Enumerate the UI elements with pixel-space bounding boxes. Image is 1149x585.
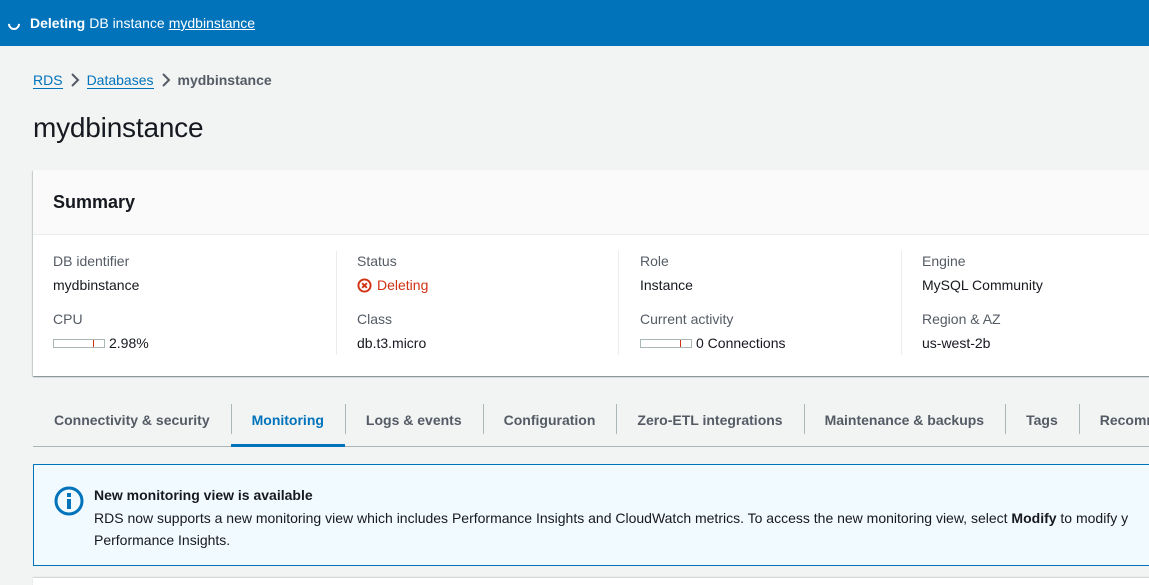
activity-marker (680, 339, 681, 347)
alert-body: RDS now supports a new monitoring view w… (94, 507, 1149, 551)
status-label: Status (357, 253, 397, 269)
cpu-value: 2.98% (109, 335, 149, 351)
breadcrumb-databases[interactable]: Databases (86, 72, 154, 89)
tab-configuration[interactable]: Configuration (482, 393, 617, 446)
summary-column-status: Status Deleting Class db.t3.micro (336, 251, 618, 355)
region-value: us-west-2b (922, 335, 991, 351)
tab-connectivity-security[interactable]: Connectivity & security (33, 393, 231, 446)
breadcrumb-rds[interactable]: RDS (33, 72, 63, 89)
cpu-value-row: 2.98% (53, 333, 336, 353)
role-value: Instance (640, 277, 693, 293)
role-field: Role Instance (640, 251, 901, 295)
class-label: Class (357, 311, 393, 327)
activity-value: 0 Connections (696, 335, 786, 351)
cpu-usage-marker (93, 339, 94, 347)
engine-label: Engine (922, 253, 966, 269)
flashbar-instance-link[interactable]: mydbinstance (169, 15, 255, 31)
activity-field: Current activity 0 Connections (640, 309, 901, 353)
page-title: mydbinstance (33, 112, 204, 143)
engine-value: MySQL Community (922, 277, 1043, 293)
breadcrumb-current: mydbinstance (177, 72, 272, 88)
spinner-icon (5, 15, 23, 33)
chevron-right-icon (63, 73, 87, 87)
next-panel-edge (33, 578, 1149, 585)
alert-body-line2: Performance Insights. (94, 532, 231, 548)
db-identifier-field: DB identifier mydbinstance (53, 251, 336, 295)
tab-logs-events[interactable]: Logs & events (344, 393, 483, 446)
cpu-usage-bar (53, 338, 105, 348)
class-field: Class db.t3.micro (357, 309, 618, 353)
monitoring-info-alert: New monitoring view is available RDS now… (33, 464, 1149, 566)
status-field: Status Deleting (357, 251, 618, 295)
alert-body-modify: Modify (1011, 510, 1057, 526)
summary-panel: Summary DB identifier mydbinstance CPU 2… (33, 170, 1149, 376)
db-identifier-value: mydbinstance (53, 277, 140, 293)
role-label: Role (640, 253, 669, 269)
engine-field: Engine MySQL Community (922, 251, 1149, 295)
flashbar-message: DB instance (89, 15, 165, 31)
tab-tags[interactable]: Tags (1005, 393, 1079, 446)
tab-monitoring[interactable]: Monitoring (230, 393, 346, 447)
summary-grid: DB identifier mydbinstance CPU 2.98% Sta… (33, 235, 1149, 375)
cpu-field: CPU 2.98% (53, 309, 336, 353)
instance-tabs: Connectivity & security Monitoring Logs … (33, 393, 1149, 447)
summary-title: Summary (53, 191, 136, 212)
db-identifier-label: DB identifier (53, 253, 130, 269)
region-field: Region & AZ us-west-2b (922, 309, 1149, 353)
tab-maintenance-backups[interactable]: Maintenance & backups (803, 393, 1006, 446)
error-circle-icon (357, 277, 372, 293)
activity-label: Current activity (640, 311, 734, 327)
breadcrumb: RDS Databases mydbinstance (33, 70, 272, 90)
summary-column-role: Role Instance Current activity 0 Connect… (618, 251, 901, 355)
activity-bar (640, 338, 692, 348)
summary-header: Summary (33, 170, 1149, 235)
status-value-row: Deleting (357, 275, 618, 295)
info-icon (54, 486, 84, 516)
region-label: Region & AZ (922, 311, 1001, 327)
class-value: db.t3.micro (357, 335, 427, 351)
chevron-right-icon (154, 73, 178, 87)
status-value: Deleting (377, 277, 429, 293)
tab-recommendations[interactable]: Recomme (1078, 393, 1149, 446)
flashbar-deleting: Deleting DB instance mydbinstance (0, 0, 1149, 46)
activity-value-row: 0 Connections (640, 333, 901, 353)
alert-body-text: RDS now supports a new monitoring view w… (94, 510, 1012, 526)
alert-body-tail: to modify y (1056, 510, 1129, 526)
summary-column-identity: DB identifier mydbinstance CPU 2.98% (53, 251, 336, 355)
alert-title: New monitoring view is available (94, 487, 313, 503)
tab-zero-etl-integrations[interactable]: Zero-ETL integrations (616, 393, 803, 446)
cpu-label: CPU (53, 311, 83, 327)
summary-column-engine: Engine MySQL Community Region & AZ us-we… (901, 251, 1149, 355)
flashbar-prefix: Deleting (30, 15, 86, 31)
